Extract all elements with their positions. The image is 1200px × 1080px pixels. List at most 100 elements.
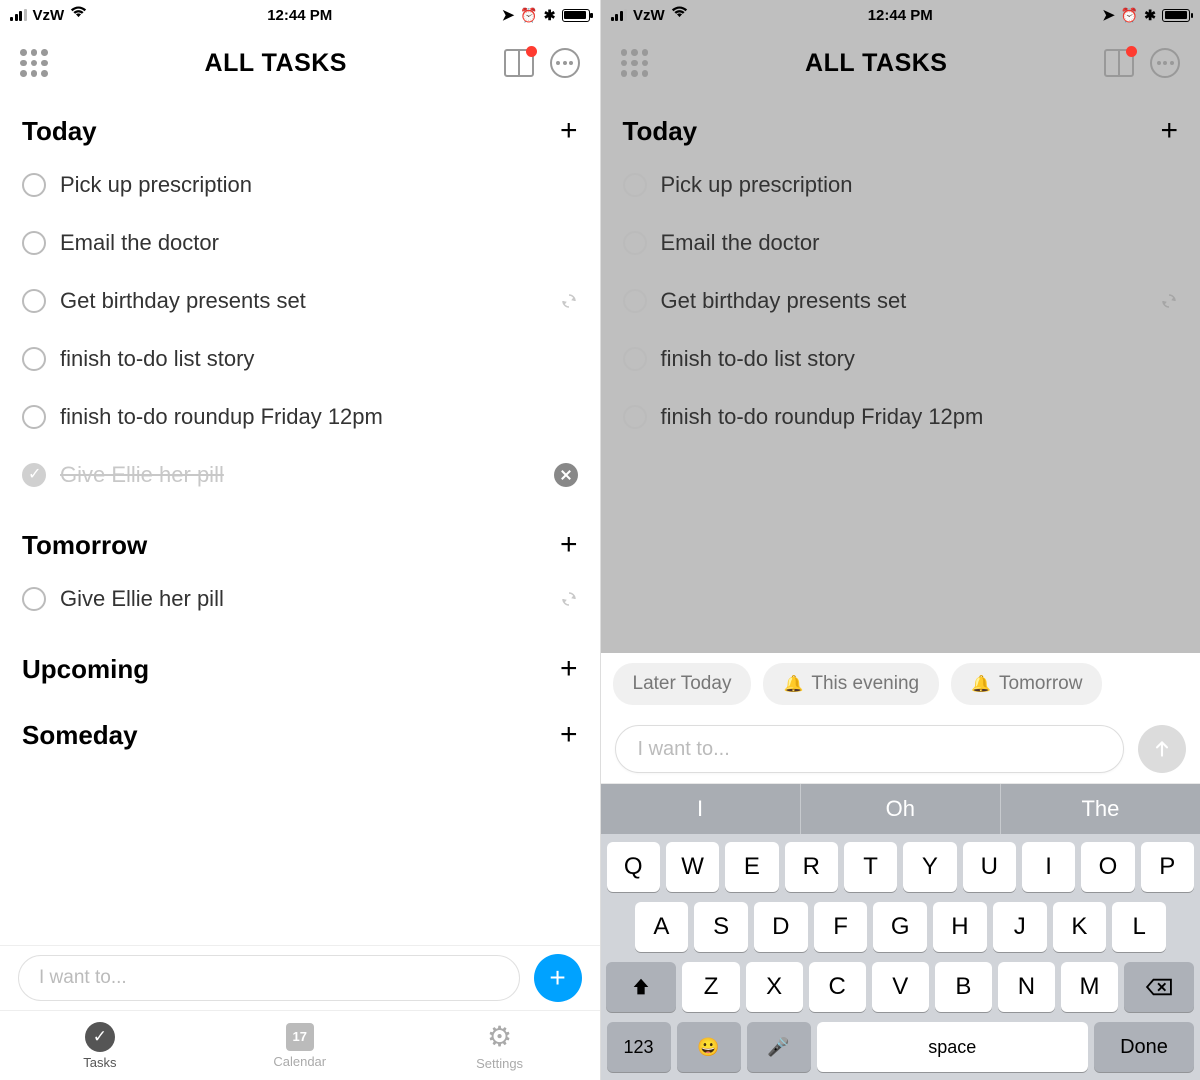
task-text[interactable]: Give Ellie her pill: [60, 586, 546, 612]
task-text[interactable]: Email the doctor: [60, 230, 578, 256]
add-fab-button[interactable]: +: [534, 954, 582, 1002]
add-today-button[interactable]: +: [1160, 114, 1178, 148]
add-someday-button[interactable]: +: [560, 718, 578, 752]
add-upcoming-button[interactable]: +: [560, 652, 578, 686]
task-checkbox[interactable]: [22, 587, 46, 611]
kb-suggestion[interactable]: I: [601, 784, 801, 834]
quick-add-bar: I want to... +: [0, 945, 600, 1010]
key-h[interactable]: H: [933, 902, 987, 952]
task-text[interactable]: Get birthday presents set: [661, 288, 1147, 314]
task-list[interactable]: Today + Pick up prescription Email the d…: [0, 90, 600, 945]
task-checkbox[interactable]: [623, 231, 647, 255]
task-checkbox[interactable]: [623, 347, 647, 371]
task-row[interactable]: Give Ellie her pill: [22, 570, 578, 628]
chip-later-today[interactable]: Later Today: [613, 663, 752, 705]
tab-calendar[interactable]: 17 Calendar: [200, 1011, 400, 1080]
task-checkbox[interactable]: [22, 231, 46, 255]
task-text[interactable]: finish to-do roundup Friday 12pm: [661, 404, 1179, 430]
key-t[interactable]: T: [844, 842, 897, 892]
chip-tomorrow[interactable]: 🔔Tomorrow: [951, 663, 1102, 705]
key-p[interactable]: P: [1141, 842, 1194, 892]
task-row[interactable]: finish to-do roundup Friday 12pm: [623, 388, 1179, 446]
menu-grid-icon[interactable]: [621, 49, 649, 77]
task-row[interactable]: Pick up prescription: [623, 156, 1179, 214]
task-row[interactable]: Email the doctor: [623, 214, 1179, 272]
key-shift[interactable]: [606, 962, 676, 1012]
task-row[interactable]: Get birthday presents set: [22, 272, 578, 330]
task-list-dimmed[interactable]: Today + Pick up prescription Email the d…: [601, 90, 1200, 653]
task-row[interactable]: Get birthday presents set: [623, 272, 1179, 330]
task-text[interactable]: Give Ellie her pill: [60, 462, 540, 488]
task-checkbox[interactable]: [22, 405, 46, 429]
more-icon[interactable]: [550, 48, 580, 78]
menu-grid-icon[interactable]: [20, 49, 48, 77]
task-row-completed[interactable]: Give Ellie her pill: [22, 446, 578, 504]
key-a[interactable]: A: [635, 902, 689, 952]
chip-this-evening[interactable]: 🔔This evening: [763, 663, 939, 705]
key-x[interactable]: X: [746, 962, 803, 1012]
key-b[interactable]: B: [935, 962, 992, 1012]
task-text[interactable]: finish to-do list story: [661, 346, 1179, 372]
task-checkbox[interactable]: [623, 289, 647, 313]
task-checkbox[interactable]: [22, 347, 46, 371]
key-z[interactable]: Z: [682, 962, 739, 1012]
add-today-button[interactable]: +: [560, 114, 578, 148]
task-text[interactable]: Email the doctor: [661, 230, 1179, 256]
delete-task-icon[interactable]: [554, 463, 578, 487]
task-text[interactable]: Pick up prescription: [661, 172, 1179, 198]
key-v[interactable]: V: [872, 962, 929, 1012]
key-mic[interactable]: 🎤: [747, 1022, 811, 1072]
task-checkbox-checked[interactable]: [22, 463, 46, 487]
location-icon: ➤: [1102, 6, 1115, 24]
key-k[interactable]: K: [1053, 902, 1107, 952]
task-text[interactable]: Get birthday presents set: [60, 288, 546, 314]
task-input[interactable]: I want to...: [615, 725, 1125, 773]
task-text[interactable]: Pick up prescription: [60, 172, 578, 198]
key-c[interactable]: C: [809, 962, 866, 1012]
key-d[interactable]: D: [754, 902, 808, 952]
task-row[interactable]: finish to-do roundup Friday 12pm: [22, 388, 578, 446]
key-f[interactable]: F: [814, 902, 868, 952]
key-e[interactable]: E: [725, 842, 778, 892]
task-row[interactable]: Email the doctor: [22, 214, 578, 272]
key-o[interactable]: O: [1081, 842, 1134, 892]
task-checkbox[interactable]: [22, 289, 46, 313]
key-emoji[interactable]: 😀: [677, 1022, 741, 1072]
key-l[interactable]: L: [1112, 902, 1166, 952]
submit-task-button[interactable]: [1138, 725, 1186, 773]
tab-tasks[interactable]: ✓ Tasks: [0, 1011, 200, 1080]
key-j[interactable]: J: [993, 902, 1047, 952]
task-checkbox[interactable]: [623, 405, 647, 429]
key-u[interactable]: U: [963, 842, 1016, 892]
task-row[interactable]: finish to-do list story: [623, 330, 1179, 388]
key-space[interactable]: space: [817, 1022, 1089, 1072]
key-123[interactable]: 123: [607, 1022, 671, 1072]
key-i[interactable]: I: [1022, 842, 1075, 892]
key-done[interactable]: Done: [1094, 1022, 1194, 1072]
key-g[interactable]: G: [873, 902, 927, 952]
add-tomorrow-button[interactable]: +: [560, 528, 578, 562]
keyboard[interactable]: I Oh The Q W E R T Y U I O P A S D F: [601, 784, 1200, 1080]
kb-suggestion[interactable]: The: [1001, 784, 1200, 834]
key-y[interactable]: Y: [903, 842, 956, 892]
task-row[interactable]: finish to-do list story: [22, 330, 578, 388]
task-text[interactable]: finish to-do list story: [60, 346, 578, 372]
map-icon[interactable]: [504, 49, 534, 77]
key-w[interactable]: W: [666, 842, 719, 892]
key-backspace[interactable]: [1124, 962, 1194, 1012]
key-s[interactable]: S: [694, 902, 748, 952]
task-text[interactable]: finish to-do roundup Friday 12pm: [60, 404, 578, 430]
key-r[interactable]: R: [785, 842, 838, 892]
task-row[interactable]: Pick up prescription: [22, 156, 578, 214]
map-icon[interactable]: [1104, 49, 1134, 77]
more-icon[interactable]: [1150, 48, 1180, 78]
quick-add-input[interactable]: I want to...: [18, 955, 520, 1001]
key-m[interactable]: M: [1061, 962, 1118, 1012]
kb-suggestion[interactable]: Oh: [801, 784, 1001, 834]
task-checkbox[interactable]: [22, 173, 46, 197]
key-n[interactable]: N: [998, 962, 1055, 1012]
sync-icon: [560, 590, 578, 608]
key-q[interactable]: Q: [607, 842, 660, 892]
task-checkbox[interactable]: [623, 173, 647, 197]
tab-settings[interactable]: ⚙ Settings: [400, 1011, 600, 1080]
